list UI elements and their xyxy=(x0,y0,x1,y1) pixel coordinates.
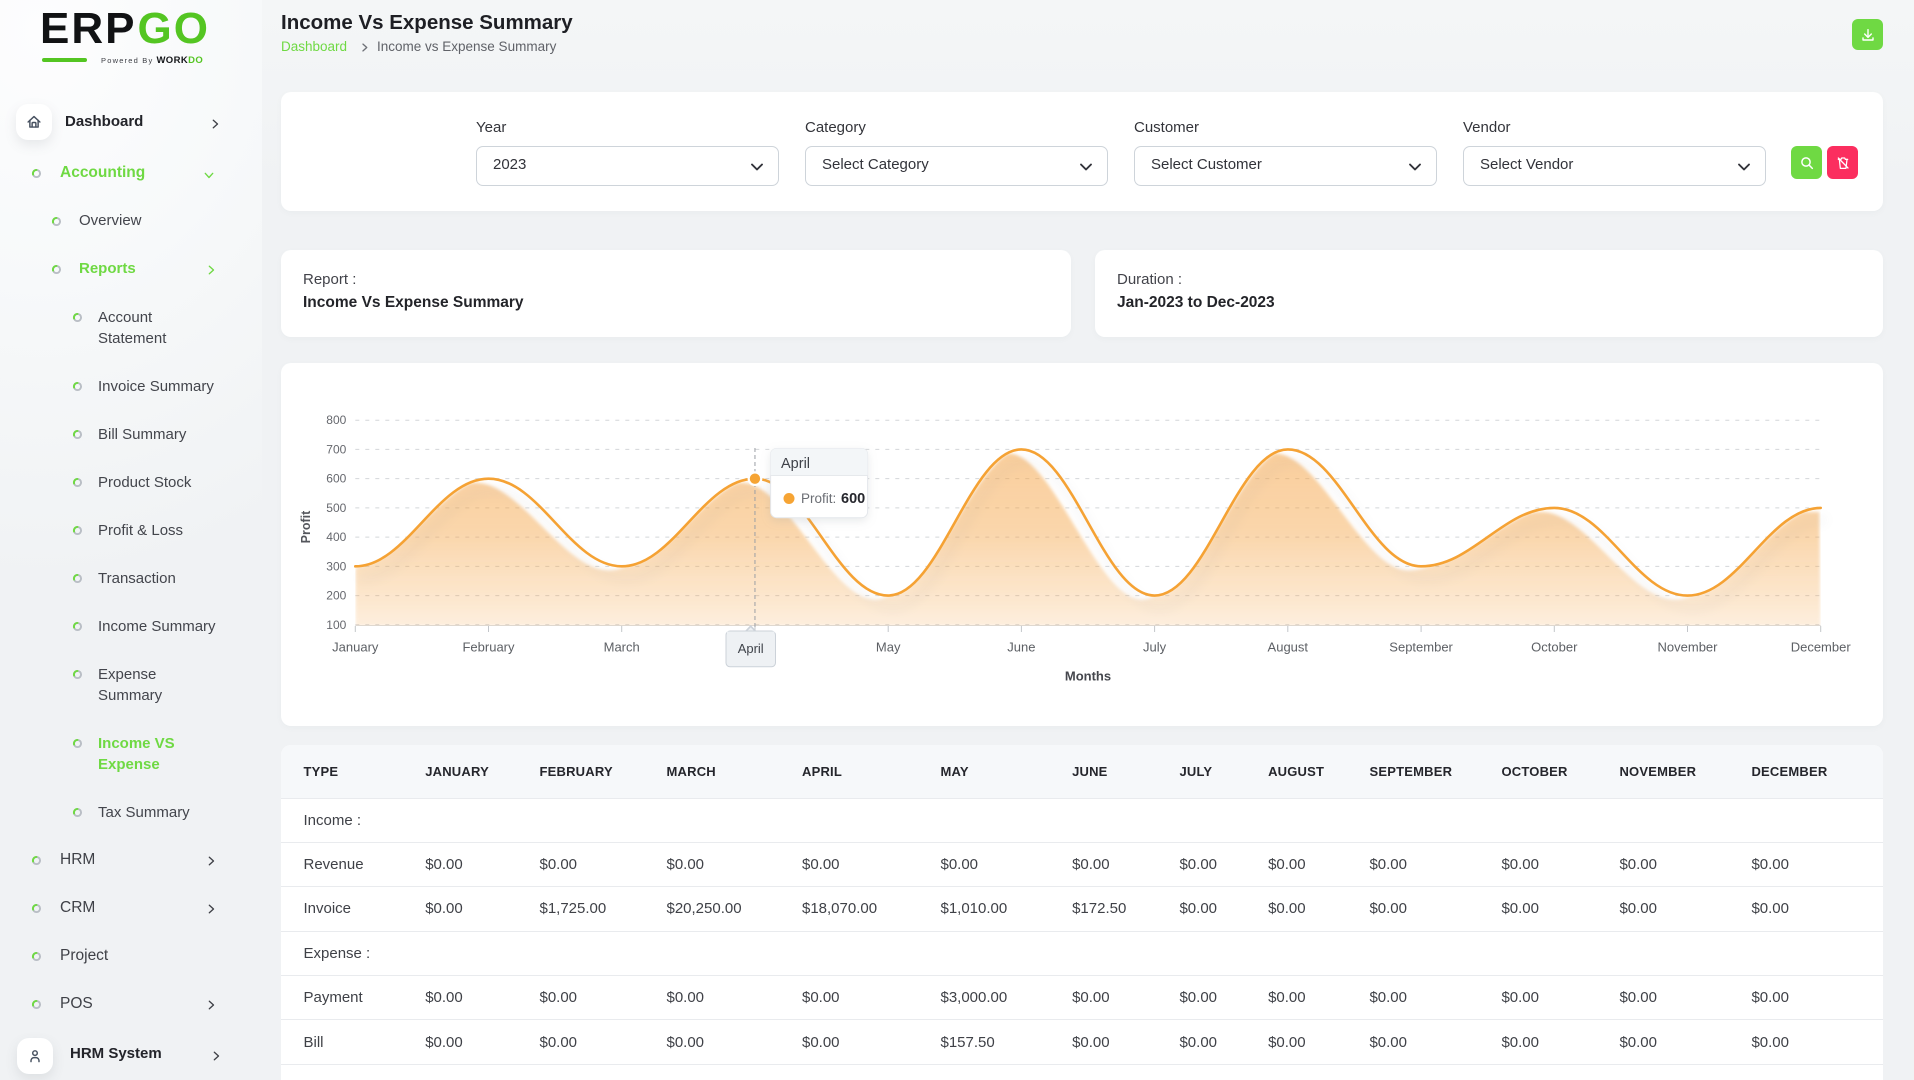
svg-text:May: May xyxy=(876,640,901,655)
svg-text:300: 300 xyxy=(326,559,346,573)
svg-text:500: 500 xyxy=(326,501,346,515)
svg-text:September: September xyxy=(1389,640,1453,655)
svg-text:March: March xyxy=(604,640,640,655)
svg-text:November: November xyxy=(1658,640,1719,655)
svg-text:600: 600 xyxy=(841,491,865,507)
svg-text:Months: Months xyxy=(1065,669,1111,684)
svg-text:January: January xyxy=(332,640,379,655)
svg-text:800: 800 xyxy=(326,413,346,427)
svg-text:October: October xyxy=(1531,640,1578,655)
svg-text:August: August xyxy=(1268,640,1309,655)
svg-text:December: December xyxy=(1791,640,1852,655)
svg-text:Profit:: Profit: xyxy=(801,491,836,506)
svg-text:400: 400 xyxy=(326,530,346,544)
svg-text:April: April xyxy=(781,456,810,472)
svg-text:June: June xyxy=(1007,640,1035,655)
svg-text:200: 200 xyxy=(326,589,346,603)
svg-text:July: July xyxy=(1143,640,1167,655)
svg-text:Profit: Profit xyxy=(299,510,313,543)
svg-text:600: 600 xyxy=(326,472,346,486)
svg-text:February: February xyxy=(462,640,515,655)
svg-text:April: April xyxy=(738,641,764,656)
svg-text:700: 700 xyxy=(326,442,346,456)
svg-text:100: 100 xyxy=(326,618,346,632)
